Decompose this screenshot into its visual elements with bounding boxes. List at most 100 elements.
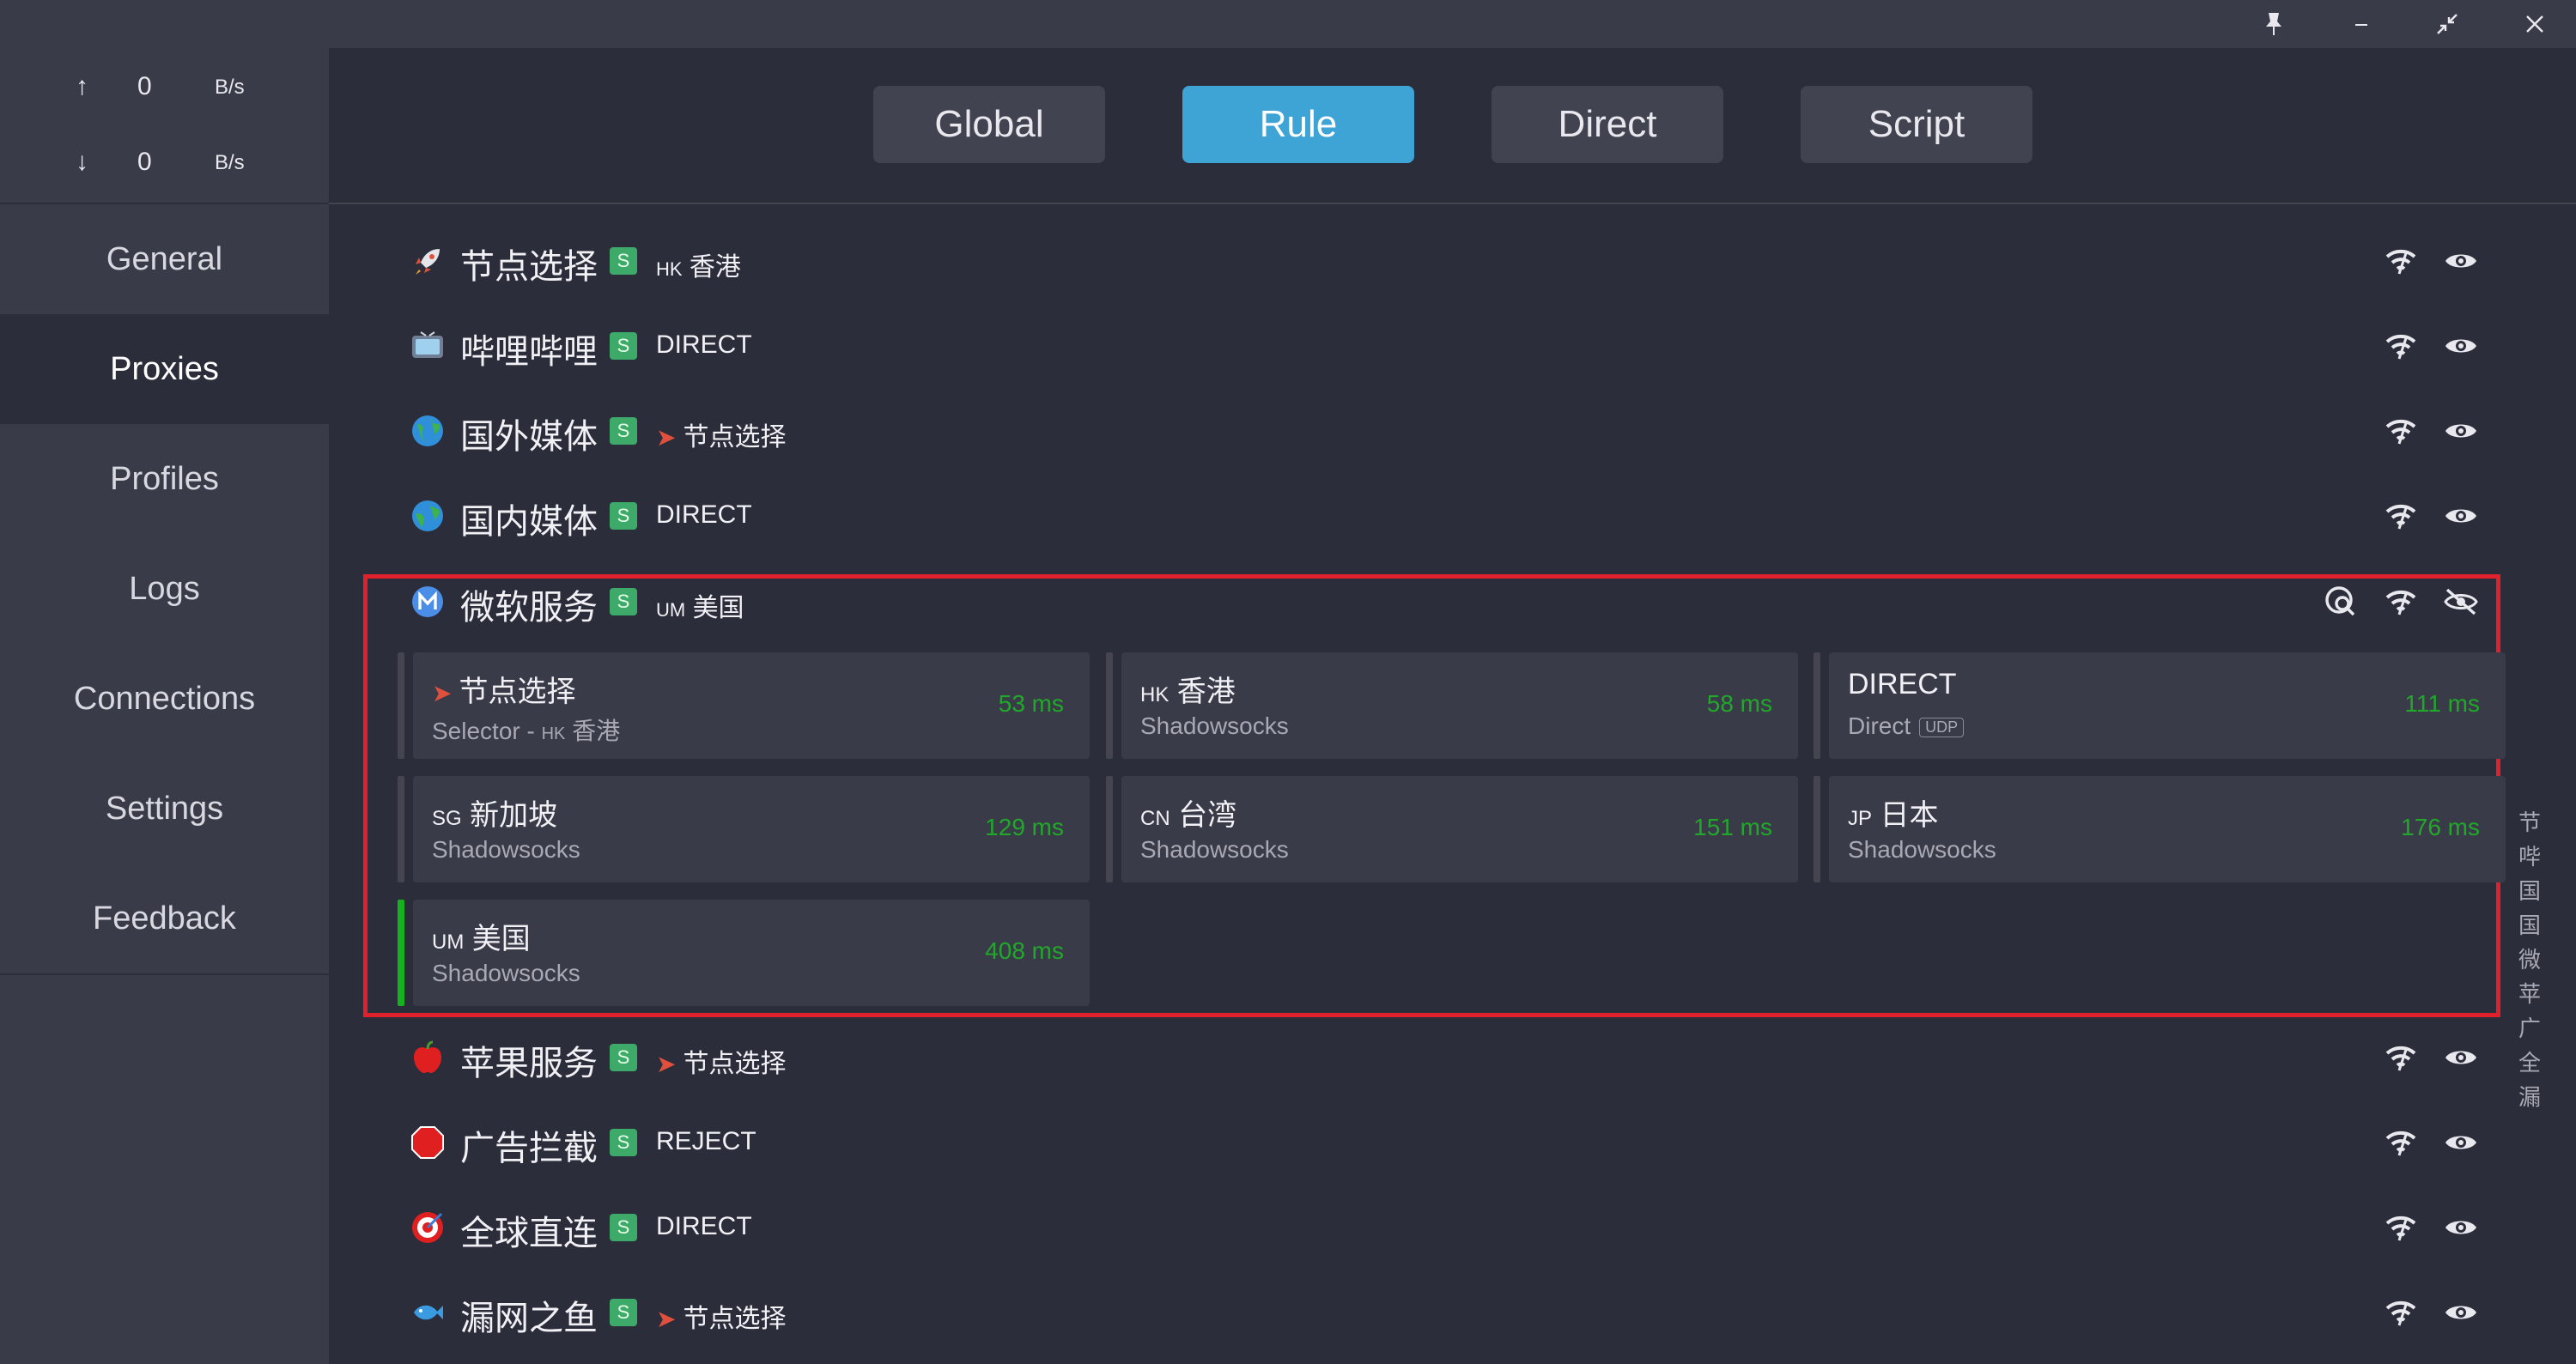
- proxy-card[interactable]: SG 新加坡 Shadowsocks 129 ms: [398, 776, 1090, 882]
- mode-global-button[interactable]: Global: [873, 86, 1105, 163]
- eye-icon[interactable]: [2442, 242, 2480, 280]
- minimize-icon[interactable]: [2318, 0, 2404, 48]
- quick-index-item[interactable]: 国: [2512, 874, 2547, 908]
- traffic-speed: ↑ 0 B/s ↓ 0 B/s: [0, 48, 329, 204]
- group-name: 国外媒体: [460, 418, 598, 456]
- quick-index-item[interactable]: 微: [2512, 943, 2547, 977]
- restore-icon[interactable]: [2404, 0, 2490, 48]
- latency-value[interactable]: 129 ms: [985, 814, 1064, 841]
- latency-test-icon[interactable]: [2382, 1124, 2420, 1161]
- current-proxy: HK 香港: [656, 253, 741, 282]
- proxy-group-row[interactable]: 国内媒体 S DIRECT: [404, 482, 2499, 550]
- proxy-card[interactable]: ➤ 节点选择 Selector - HK 香港 53 ms: [398, 652, 1090, 759]
- location-search-icon[interactable]: [2322, 583, 2360, 621]
- latency-test-icon[interactable]: [2382, 583, 2420, 621]
- proxy-card[interactable]: JP 日本 Shadowsocks 176 ms: [1814, 776, 2506, 882]
- microsoft-icon: [410, 585, 445, 619]
- eye-icon[interactable]: [2442, 412, 2480, 450]
- current-proxy: ➤ 节点选择: [656, 423, 787, 452]
- mode-direct-button[interactable]: Direct: [1492, 86, 1723, 163]
- eye-icon[interactable]: [2442, 1039, 2480, 1076]
- latency-test-icon[interactable]: [2382, 1039, 2420, 1076]
- eye-icon[interactable]: [2442, 1209, 2480, 1246]
- proxy-group-row-expanded[interactable]: 微软服务 S UM 美国: [404, 567, 2499, 636]
- eye-icon[interactable]: [2442, 1294, 2480, 1331]
- latency-test-icon[interactable]: [2382, 242, 2420, 280]
- divider: [0, 973, 329, 975]
- latency-value[interactable]: 58 ms: [1707, 690, 1772, 718]
- mode-script-button[interactable]: Script: [1801, 86, 2032, 163]
- proxy-card[interactable]: HK 香港 Shadowsocks 58 ms: [1106, 652, 1798, 759]
- proxy-group-row[interactable]: 全球直连 S DIRECT: [404, 1193, 2499, 1262]
- current-proxy: DIRECT: [656, 330, 752, 359]
- latency-test-icon[interactable]: [2382, 1294, 2420, 1331]
- quick-index-item[interactable]: 广: [2512, 1011, 2547, 1046]
- proxy-group-row[interactable]: 哔哩哔哩 S DIRECT: [404, 312, 2499, 380]
- latency-value[interactable]: 111 ms: [2404, 690, 2480, 718]
- stop-icon: [410, 1125, 445, 1160]
- selector-badge: S: [610, 1214, 637, 1241]
- latency-test-icon[interactable]: [2382, 1209, 2420, 1246]
- nav-connections[interactable]: Connections: [0, 644, 329, 754]
- current-proxy: ➤ 节点选择: [656, 1050, 787, 1078]
- nav-proxies[interactable]: Proxies: [0, 314, 329, 424]
- quick-index-item[interactable]: 全: [2512, 1046, 2547, 1080]
- quick-index-item[interactable]: 漏: [2512, 1080, 2547, 1114]
- selector-badge: S: [610, 1129, 637, 1156]
- mode-rule-button[interactable]: Rule: [1182, 86, 1414, 163]
- proxy-group-row[interactable]: 节点选择 S HK 香港: [404, 227, 2499, 295]
- quick-index-item[interactable]: 苹: [2512, 977, 2547, 1011]
- nav-general[interactable]: General: [0, 204, 329, 314]
- proxy-card-selected[interactable]: UM 美国 Shadowsocks 408 ms: [398, 900, 1090, 1006]
- latency-test-icon[interactable]: [2382, 497, 2420, 535]
- selector-badge: S: [610, 417, 637, 445]
- fish-icon: [410, 1295, 445, 1330]
- selection-indicator: [398, 776, 404, 882]
- nav-logs[interactable]: Logs: [0, 534, 329, 644]
- selector-badge: S: [610, 502, 637, 530]
- nav-profiles[interactable]: Profiles: [0, 424, 329, 534]
- globe-icon: [410, 414, 445, 448]
- nav-settings[interactable]: Settings: [0, 754, 329, 864]
- proxy-group-row[interactable]: 国外媒体 S ➤ 节点选择: [404, 397, 2499, 465]
- eye-off-icon[interactable]: [2442, 583, 2480, 621]
- eye-icon[interactable]: [2442, 327, 2480, 365]
- latency-value[interactable]: 53 ms: [999, 690, 1064, 718]
- group-quick-index: 节 哔 国 国 微 苹 广 全 漏: [2512, 805, 2547, 1114]
- tv-icon: [410, 329, 445, 363]
- mode-switcher: Global Rule Direct Script: [329, 48, 2576, 204]
- download-arrow-icon: ↓: [76, 148, 88, 176]
- proxy-group-row[interactable]: 广告拦截 S REJECT: [404, 1108, 2499, 1177]
- upload-speed: ↑ 0 B/s: [76, 72, 245, 100]
- quick-index-item[interactable]: 节: [2512, 805, 2547, 840]
- pin-icon[interactable]: [2231, 0, 2317, 48]
- latency-value[interactable]: 151 ms: [1693, 814, 1772, 841]
- current-proxy: DIRECT: [656, 1212, 752, 1240]
- proxy-group-row[interactable]: 苹果服务 S ➤ 节点选择: [404, 1023, 2499, 1092]
- latency-value[interactable]: 408 ms: [985, 937, 1064, 965]
- latency-test-icon[interactable]: [2382, 327, 2420, 365]
- close-icon[interactable]: [2492, 0, 2576, 48]
- rocket-icon: [410, 244, 445, 278]
- sidebar: ↑ 0 B/s ↓ 0 B/s General Proxies Profiles…: [0, 48, 329, 1364]
- title-bar: [0, 0, 2576, 48]
- latency-value[interactable]: 176 ms: [2401, 814, 2480, 841]
- latency-test-icon[interactable]: [2382, 412, 2420, 450]
- quick-index-item[interactable]: 哔: [2512, 840, 2547, 874]
- selection-indicator: [1106, 652, 1113, 759]
- download-speed: ↓ 0 B/s: [76, 148, 245, 176]
- selector-badge: S: [610, 1044, 637, 1071]
- eye-icon[interactable]: [2442, 497, 2480, 535]
- rocket-icon: ➤: [656, 1051, 677, 1077]
- proxy-group-row[interactable]: 漏网之鱼 S ➤ 节点选择: [404, 1278, 2499, 1347]
- proxy-card[interactable]: CN 台湾 Shadowsocks 151 ms: [1106, 776, 1798, 882]
- selector-badge: S: [610, 247, 637, 275]
- selection-indicator: [1814, 652, 1820, 759]
- nav-feedback[interactable]: Feedback: [0, 864, 329, 973]
- current-proxy: DIRECT: [656, 500, 752, 529]
- quick-index-item[interactable]: 国: [2512, 908, 2547, 943]
- eye-icon[interactable]: [2442, 1124, 2480, 1161]
- globe-icon: [410, 499, 445, 533]
- selection-indicator: [1814, 776, 1820, 882]
- proxy-card[interactable]: DIRECT Direct UDP 111 ms: [1814, 652, 2506, 759]
